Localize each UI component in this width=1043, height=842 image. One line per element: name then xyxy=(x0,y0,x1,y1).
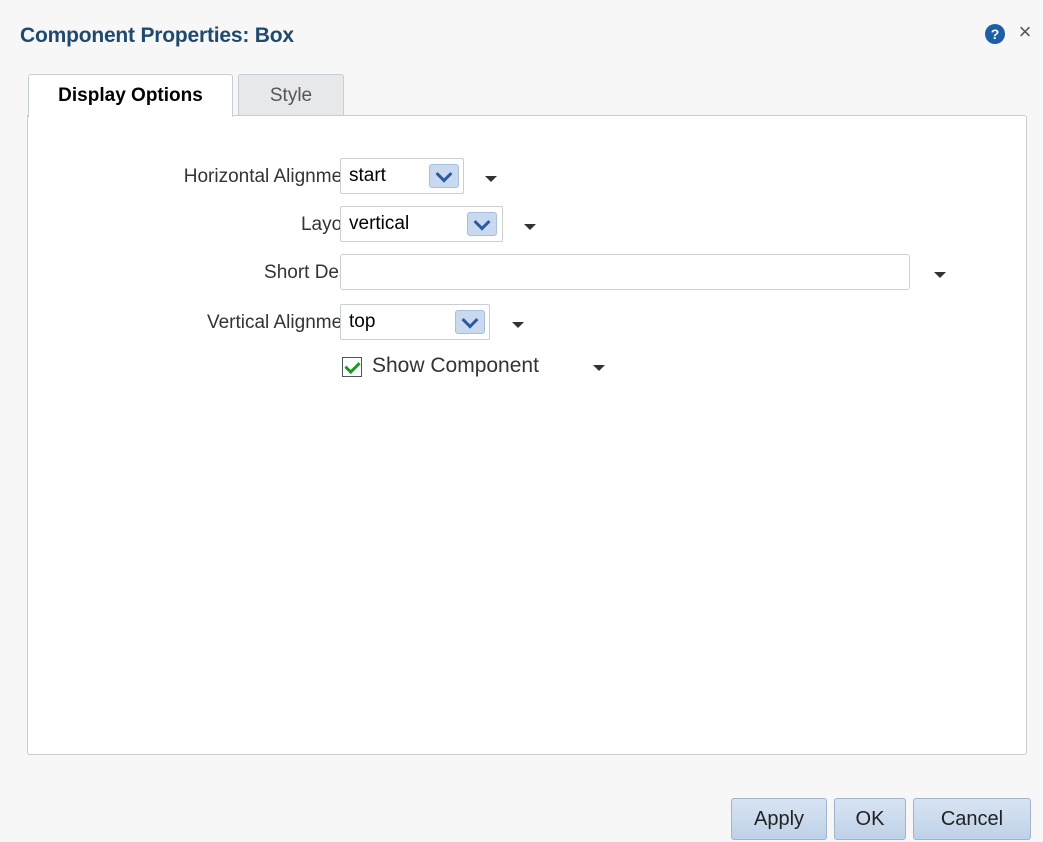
horizontal-alignment-select[interactable]: start xyxy=(340,158,464,194)
close-icon[interactable]: × xyxy=(1015,20,1035,44)
layout-menu-arrow-icon[interactable] xyxy=(524,224,536,230)
cancel-button[interactable]: Cancel xyxy=(913,798,1031,840)
tab-display-options[interactable]: Display Options xyxy=(28,74,233,117)
horizontal-alignment-menu-arrow-icon[interactable] xyxy=(485,176,497,182)
dialog-title: Component Properties: Box xyxy=(20,24,294,47)
horizontal-alignment-label: Horizontal Alignment xyxy=(183,166,358,187)
vertical-alignment-label: Vertical Alignment xyxy=(206,312,358,333)
chevron-down-icon[interactable] xyxy=(455,310,485,334)
show-component-label: Show Component xyxy=(372,354,539,377)
short-desc-input[interactable] xyxy=(340,254,910,290)
chevron-down-icon[interactable] xyxy=(467,212,497,236)
horizontal-alignment-value: start xyxy=(349,165,386,186)
layout-select[interactable]: vertical xyxy=(340,206,503,242)
layout-value: vertical xyxy=(349,213,410,234)
chevron-down-icon[interactable] xyxy=(429,164,459,188)
short-desc-menu-arrow-icon[interactable] xyxy=(934,272,946,278)
show-component-menu-arrow-icon[interactable] xyxy=(593,365,605,371)
vertical-alignment-menu-arrow-icon[interactable] xyxy=(512,322,524,328)
short-desc-label: Short Desc xyxy=(264,262,358,283)
ok-button[interactable]: OK xyxy=(834,798,906,840)
vertical-alignment-value: top xyxy=(349,311,376,332)
layout-label: Layout xyxy=(300,214,358,235)
help-icon[interactable]: ? xyxy=(985,24,1005,44)
apply-button[interactable]: Apply xyxy=(731,798,827,840)
show-component-checkbox[interactable] xyxy=(342,357,362,377)
display-options-panel: Horizontal Alignment start Layout vertic… xyxy=(27,115,1027,755)
vertical-alignment-select[interactable]: top xyxy=(340,304,490,340)
tab-style[interactable]: Style xyxy=(238,74,344,116)
component-properties-dialog: Component Properties: Box ? × Display Op… xyxy=(0,0,1043,842)
